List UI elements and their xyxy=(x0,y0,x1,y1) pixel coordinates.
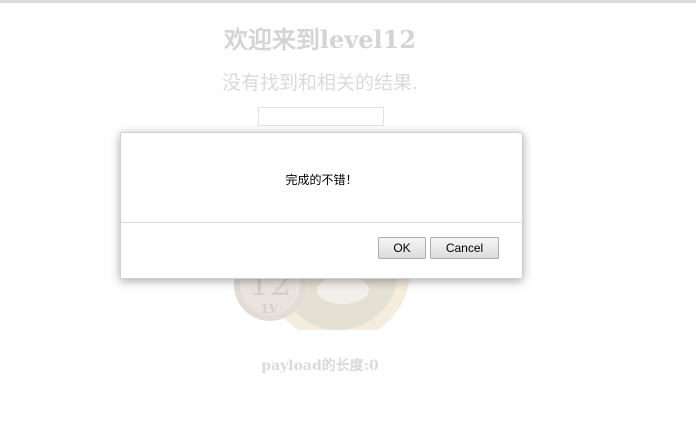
cancel-button[interactable]: Cancel xyxy=(430,237,499,259)
alert-message: 完成的不错！ xyxy=(285,173,358,187)
ok-button[interactable]: OK xyxy=(378,237,426,259)
dialog-divider xyxy=(121,222,522,223)
alert-dialog: 完成的不错！ OK Cancel xyxy=(120,132,523,279)
